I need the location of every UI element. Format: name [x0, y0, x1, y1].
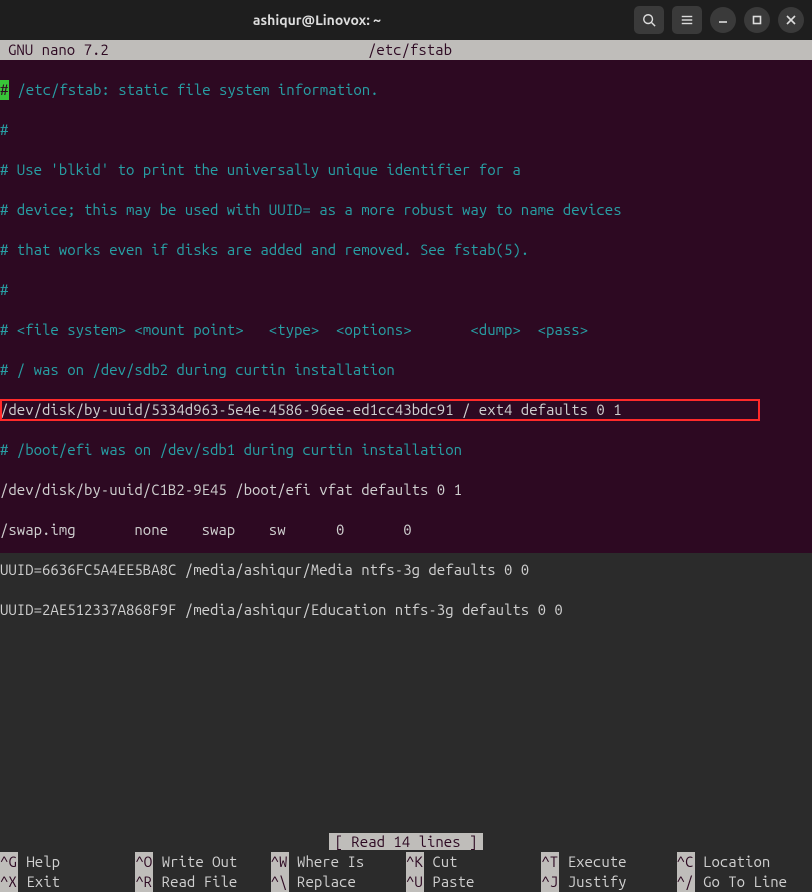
- file-line: /dev/disk/by-uuid/C1B2-9E45 /boot/efi vf…: [0, 481, 462, 498]
- shortcut-paste[interactable]: ^U Paste: [406, 872, 541, 892]
- menu-button[interactable]: [672, 6, 702, 34]
- file-line: #: [0, 121, 8, 138]
- shortcut-help[interactable]: ^G Help: [0, 852, 135, 872]
- terminal-area[interactable]: GNU nano 7.2 /etc/fstab # /etc/fstab: st…: [0, 40, 812, 553]
- editor-content[interactable]: # /etc/fstab: static file system informa…: [0, 60, 812, 832]
- shortcut-gotoline[interactable]: ^/ Go To Line: [677, 872, 812, 892]
- shortcut-cut[interactable]: ^K Cut: [406, 852, 541, 872]
- file-line: # /boot/efi was on /dev/sdb1 during curt…: [0, 441, 462, 458]
- cursor: #: [0, 80, 9, 100]
- shortcut-execute[interactable]: ^T Execute: [541, 852, 676, 872]
- close-icon: [785, 14, 797, 26]
- file-line: # <file system> <mount point> <type> <op…: [0, 321, 588, 338]
- shortcut-exit[interactable]: ^X Exit: [0, 872, 135, 892]
- nano-shortcuts: ^G Help ^O Write Out ^W Where Is ^K Cut …: [0, 852, 812, 892]
- file-line: /swap.img none swap sw 0 0: [0, 521, 412, 538]
- shortcut-readfile[interactable]: ^R Read File: [135, 872, 270, 892]
- shortcut-justify[interactable]: ^J Justify: [541, 872, 676, 892]
- file-line: UUID=6636FC5A4EE5BA8C /media/ashiqur/Med…: [0, 561, 529, 578]
- nano-filename: /etc/fstab: [209, 40, 611, 60]
- file-line: UUID=2AE512337A868F9F /media/ashiqur/Edu…: [0, 601, 563, 618]
- minimize-icon: [717, 14, 729, 26]
- file-line: /etc/fstab: static file system informati…: [9, 81, 379, 98]
- window-title: ashiqur@Linovox: ~: [8, 12, 626, 28]
- search-icon: [642, 13, 656, 27]
- file-line: # / was on /dev/sdb2 during curtin insta…: [0, 361, 395, 378]
- maximize-button[interactable]: [744, 7, 770, 33]
- minimize-button[interactable]: [710, 7, 736, 33]
- maximize-icon: [751, 14, 763, 26]
- nano-header: GNU nano 7.2 /etc/fstab: [0, 40, 812, 60]
- file-line: # that works even if disks are added and…: [0, 241, 529, 258]
- shortcut-whereis[interactable]: ^W Where Is: [271, 852, 406, 872]
- nano-app-label: GNU nano 7.2: [0, 40, 209, 60]
- hamburger-icon: [680, 13, 694, 27]
- shortcut-location[interactable]: ^C Location: [677, 852, 812, 872]
- nano-status-text: [ Read 14 lines ]: [329, 833, 484, 850]
- file-line: # device; this may be used with UUID= as…: [0, 201, 622, 218]
- shortcut-replace[interactable]: ^\ Replace: [271, 872, 406, 892]
- nano-status: [ Read 14 lines ]: [0, 832, 812, 852]
- file-line: #: [0, 281, 8, 298]
- shortcut-writeout[interactable]: ^O Write Out: [135, 852, 270, 872]
- search-button[interactable]: [634, 6, 664, 34]
- file-line: /dev/disk/by-uuid/5334d963-5e4e-4586-96e…: [0, 401, 622, 418]
- close-button[interactable]: [778, 7, 804, 33]
- file-line: # Use 'blkid' to print the universally u…: [0, 161, 521, 178]
- window-titlebar: ashiqur@Linovox: ~: [0, 0, 812, 40]
